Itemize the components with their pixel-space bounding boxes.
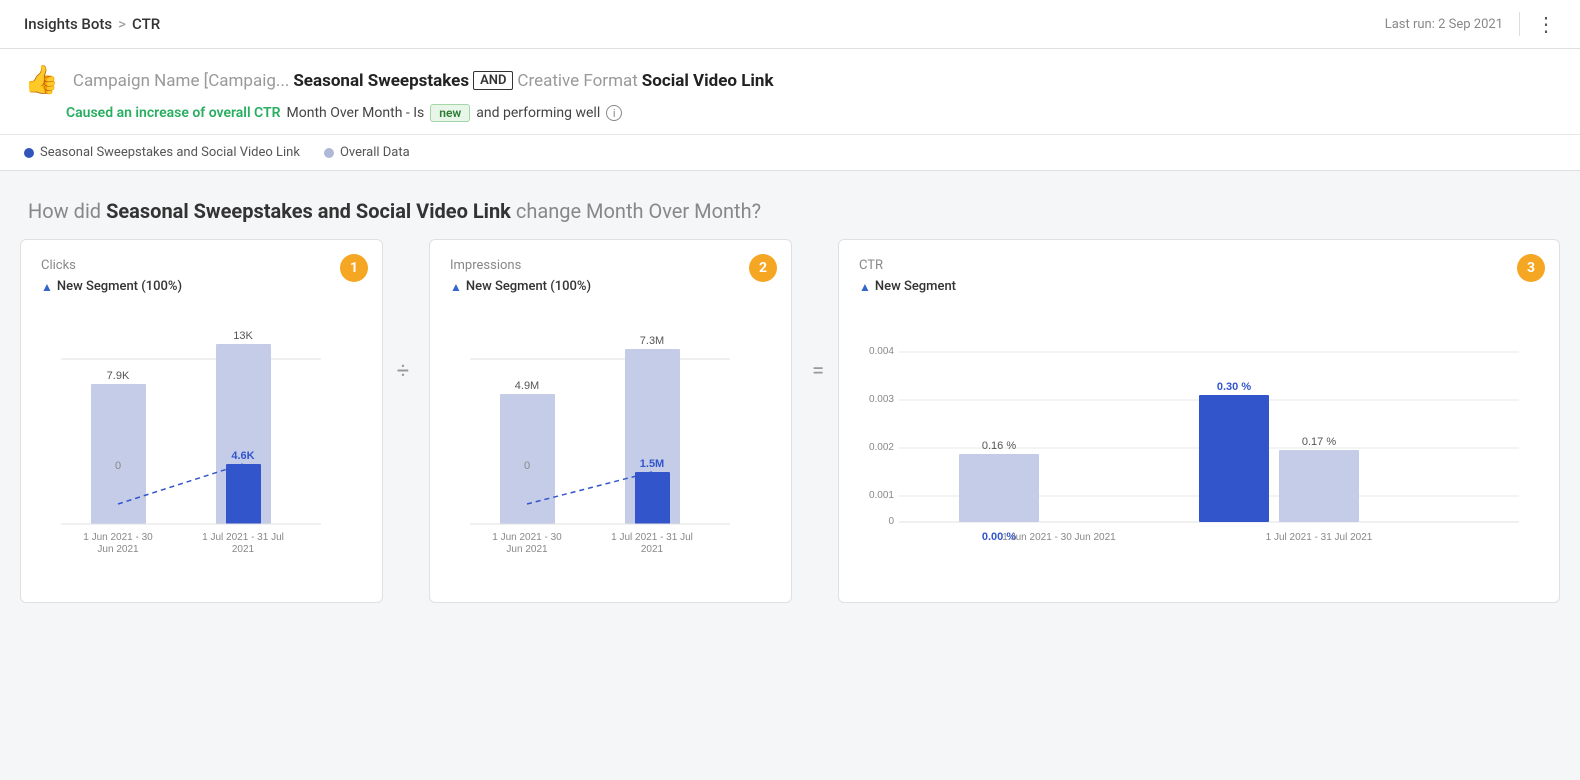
legend-item-2: Overall Data — [324, 145, 410, 160]
chart-card-impressions: 2 Impressions ▲ New Segment (100%) 4.9M … — [429, 239, 792, 603]
svg-text:0.003: 0.003 — [869, 394, 894, 405]
breadcrumb-current: CTR — [132, 15, 160, 33]
campaign-name-dim: Campaign Name [Campaig... — [73, 71, 289, 91]
top-bar: Insights Bots > CTR Last run: 2 Sep 2021… — [0, 0, 1580, 49]
chart-badge-2: 2 — [749, 254, 777, 282]
question-suffix: change Month Over Month? — [516, 199, 761, 223]
svg-text:4.9M: 4.9M — [515, 380, 539, 392]
thumbs-up-icon: 👍 — [24, 63, 59, 96]
svg-text:0: 0 — [888, 516, 894, 527]
top-bar-right: Last run: 2 Sep 2021 ⋮ — [1385, 12, 1556, 36]
chart-badge-1: 1 — [340, 254, 368, 282]
legend-row: Seasonal Sweepstakes and Social Video Li… — [0, 135, 1580, 171]
svg-text:0.30 %: 0.30 % — [1217, 381, 1251, 393]
breadcrumb-separator: > — [118, 15, 126, 33]
svg-text:0.17 %: 0.17 % — [1302, 436, 1336, 448]
svg-text:13K: 13K — [233, 330, 253, 342]
svg-text:Jun 2021: Jun 2021 — [506, 544, 548, 555]
operator-divide: ÷ — [383, 239, 423, 384]
up-arrow-impressions: ▲ — [450, 280, 462, 294]
last-run-label: Last run: 2 Sep 2021 — [1385, 17, 1503, 32]
chart-svg-impressions: 4.9M 7.3M 0 1.5M 1 Jun 2021 - 30 Jun 202… — [450, 304, 771, 588]
legend-dot-1 — [24, 148, 34, 158]
question-prefix: How did — [28, 199, 101, 223]
svg-text:1 Jun 2021 - 30: 1 Jun 2021 - 30 — [492, 532, 562, 543]
operator-equals: = — [798, 239, 838, 384]
breadcrumb-parent[interactable]: Insights Bots — [24, 15, 112, 33]
insight-title-row: 👍 Campaign Name [Campaig... Seasonal Swe… — [24, 65, 1556, 96]
subtitle-rest: Month Over Month - Is — [287, 105, 425, 121]
svg-text:1 Jul 2021 - 31 Jul: 1 Jul 2021 - 31 Jul — [202, 532, 284, 543]
breadcrumb: Insights Bots > CTR — [24, 15, 160, 33]
svg-text:Jun 2021: Jun 2021 — [97, 544, 139, 555]
chart-card-ctr: 3 CTR ▲ New Segment 0.004 0.003 0.002 0.… — [838, 239, 1560, 603]
segment-label-impressions: New Segment (100%) — [466, 279, 591, 294]
chart-svg-ctr: 0.004 0.003 0.002 0.001 0 — [859, 304, 1539, 588]
legend-item-1: Seasonal Sweepstakes and Social Video Li… — [24, 145, 300, 160]
up-arrow-ctr: ▲ — [859, 280, 871, 294]
svg-text:4.6K: 4.6K — [231, 450, 254, 462]
chart-svg-clicks: 7.9K 13K 0 4.6K 1 Jun 2021 - 30 Jun 2021… — [41, 304, 362, 588]
svg-text:2021: 2021 — [232, 544, 255, 555]
chart-metric-impressions: Impressions — [450, 258, 771, 273]
creative-format-bold: Social Video Link — [642, 71, 774, 91]
svg-text:0.16 %: 0.16 % — [982, 440, 1016, 452]
chart-segment-clicks: ▲ New Segment (100%) — [41, 279, 362, 294]
legend-dot-2 — [324, 148, 334, 158]
svg-text:1.5M: 1.5M — [640, 458, 664, 470]
insight-title: Campaign Name [Campaig... Seasonal Sweep… — [73, 71, 774, 91]
chart-segment-impressions: ▲ New Segment (100%) — [450, 279, 771, 294]
question-bold: Seasonal Sweepstakes and Social Video Li… — [106, 199, 511, 223]
creative-format-dim: Creative Format — [517, 71, 637, 91]
more-options-icon[interactable]: ⋮ — [1519, 12, 1556, 36]
insight-subtitle: Caused an increase of overall CTR Month … — [66, 104, 1556, 122]
svg-text:0: 0 — [524, 460, 530, 472]
svg-text:1 Jul 2021 - 31 Jul 2021: 1 Jul 2021 - 31 Jul 2021 — [1266, 532, 1373, 543]
svg-text:7.9K: 7.9K — [107, 370, 130, 382]
svg-text:0: 0 — [115, 460, 121, 472]
segment-label-clicks: New Segment (100%) — [57, 279, 182, 294]
svg-text:0.001: 0.001 — [869, 490, 894, 501]
chart-metric-ctr: CTR — [859, 258, 1539, 273]
subtitle-end: and performing well — [476, 105, 600, 121]
campaign-name-bold: Seasonal Sweepstakes — [293, 71, 469, 91]
svg-text:0.002: 0.002 — [869, 442, 894, 453]
svg-text:1 Jul 2021 - 31 Jul: 1 Jul 2021 - 31 Jul — [611, 532, 693, 543]
section-question: How did Seasonal Sweepstakes and Social … — [0, 171, 1580, 239]
info-icon[interactable]: i — [606, 105, 622, 121]
chart-metric-clicks: Clicks — [41, 258, 362, 273]
new-badge: new — [430, 104, 470, 122]
svg-text:2021: 2021 — [641, 544, 664, 555]
svg-text:1 Jun 2021 - 30 Jun 2021: 1 Jun 2021 - 30 Jun 2021 — [1002, 532, 1116, 543]
insight-header: 👍 Campaign Name [Campaig... Seasonal Swe… — [0, 49, 1580, 135]
chart-segment-ctr: ▲ New Segment — [859, 279, 1539, 294]
chart-badge-3: 3 — [1517, 254, 1545, 282]
legend-label-2: Overall Data — [340, 145, 410, 160]
svg-text:1 Jun 2021 - 30: 1 Jun 2021 - 30 — [83, 532, 153, 543]
svg-text:0.004: 0.004 — [869, 346, 894, 357]
segment-label-ctr: New Segment — [875, 279, 956, 294]
svg-text:7.3M: 7.3M — [640, 335, 664, 347]
charts-area: 1 Clicks ▲ New Segment (100%) — [0, 239, 1580, 623]
up-arrow-clicks: ▲ — [41, 280, 53, 294]
and-badge: AND — [473, 71, 513, 90]
subtitle-green: Caused an increase of overall CTR — [66, 105, 281, 121]
legend-label-1: Seasonal Sweepstakes and Social Video Li… — [40, 145, 300, 160]
chart-card-clicks: 1 Clicks ▲ New Segment (100%) — [20, 239, 383, 603]
